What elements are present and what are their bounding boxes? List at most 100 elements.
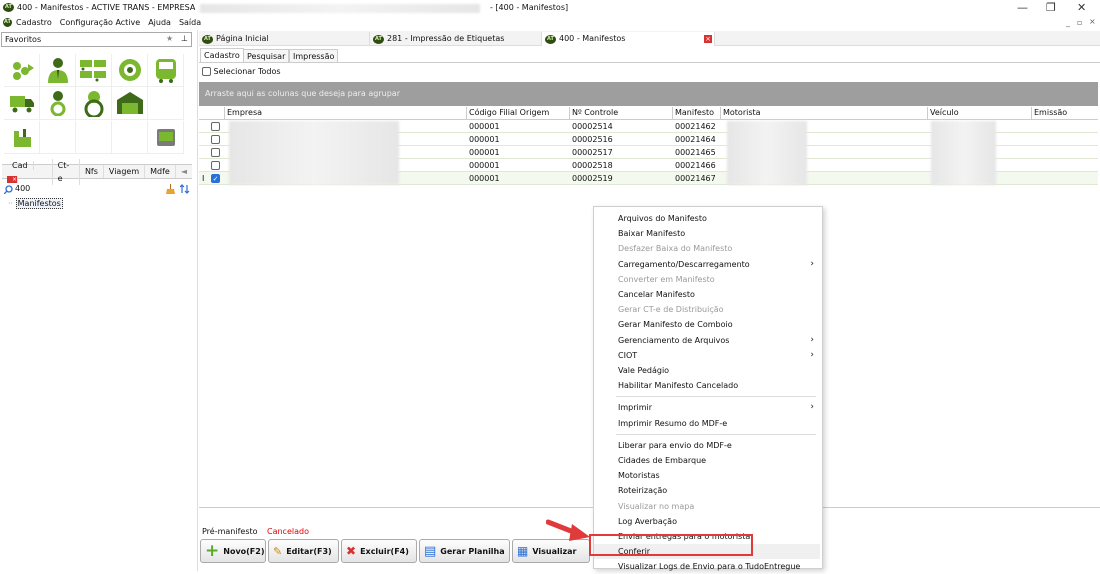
select-all-checkbox[interactable] <box>202 67 211 76</box>
favorite-shortcut[interactable] <box>112 87 148 120</box>
tree-connector: ·· <box>8 199 13 208</box>
context-menu-item[interactable]: Cidades de Embarque <box>618 453 818 468</box>
favorite-shortcut[interactable] <box>112 121 148 154</box>
row-select-cell[interactable]: I ✓ <box>199 172 225 185</box>
context-menu-item[interactable]: Cancelar Manifesto <box>618 287 818 302</box>
row-checkbox[interactable] <box>211 148 220 157</box>
favorite-shortcut[interactable] <box>40 54 76 87</box>
close-tab-icon[interactable]: × <box>704 35 712 43</box>
context-menu-item[interactable]: Vale Pedágio <box>618 363 818 378</box>
favorite-shortcut[interactable] <box>148 54 184 87</box>
row-checkbox[interactable] <box>211 161 220 170</box>
tab-cad[interactable]: Cad × <box>2 159 53 185</box>
annotation-arrow-icon <box>546 518 592 544</box>
gerar-planilha-button[interactable]: ▤ Gerar Planilha <box>419 539 510 563</box>
favorite-shortcut[interactable] <box>112 54 148 87</box>
favorite-shortcut[interactable] <box>148 87 184 120</box>
column-controle[interactable]: Nº Controle <box>570 107 673 119</box>
favorite-shortcut[interactable] <box>76 87 112 120</box>
column-veiculo[interactable]: Veículo <box>928 107 1032 119</box>
favorite-shortcut[interactable] <box>40 121 76 154</box>
tab-impressao[interactable]: Impressão <box>289 49 338 63</box>
select-all[interactable]: Selecionar Todos <box>202 67 281 76</box>
tab-manifestos[interactable]: AT 400 - Manifestos × <box>541 32 715 46</box>
tab-cadastro[interactable]: Cadastro <box>200 48 244 62</box>
mdi-minimize-icon[interactable]: _ <box>1066 18 1070 27</box>
tab-nfs[interactable]: Nfs <box>80 165 104 178</box>
tab-mdfe[interactable]: Mdfe <box>145 165 176 178</box>
context-menu-item[interactable]: Visualizar Logs de Envio para o TudoEntr… <box>618 559 818 574</box>
mdi-restore-icon[interactable]: ▫ <box>1077 18 1082 27</box>
submenu-arrow-icon: › <box>810 333 814 348</box>
context-menu-item[interactable]: Carregamento/Descarregamento › <box>618 257 818 272</box>
sort-icon[interactable] <box>180 184 190 194</box>
mdi-close-icon[interactable]: × <box>1089 17 1096 26</box>
editar-button[interactable]: ✎ Editar(F3) <box>268 539 339 563</box>
star-icon[interactable]: ★ <box>166 34 173 43</box>
excluir-button[interactable]: ✖ Excluir(F4) <box>341 539 417 563</box>
column-motorista[interactable]: Motorista <box>721 107 928 119</box>
novo-button[interactable]: + Novo(F2) <box>200 539 266 563</box>
sub-tabs: Cadastro Pesquisar Impressão <box>199 48 1100 62</box>
context-menu-item[interactable]: CIOT › <box>618 348 818 363</box>
row-checkbox[interactable] <box>211 135 220 144</box>
close-icon[interactable]: × <box>7 176 18 183</box>
submenu-arrow-icon: › <box>810 257 814 272</box>
minimize-icon[interactable]: — <box>1017 1 1028 14</box>
spreadsheet-icon: ▤ <box>424 544 436 559</box>
search-input[interactable]: 400 <box>15 184 30 193</box>
tab-impressao-etiquetas[interactable]: AT 281 - Impressão de Etiquetas <box>369 32 541 46</box>
context-menu-item[interactable]: Imprimir › <box>618 400 818 415</box>
group-bar[interactable]: Arraste aqui as colunas que deseja para … <box>199 82 1098 106</box>
favorite-shortcut[interactable] <box>76 121 112 154</box>
favorite-shortcut[interactable] <box>40 87 76 120</box>
column-codigo-filial[interactable]: Código Filial Origem <box>467 107 570 119</box>
favorite-shortcut[interactable] <box>4 121 40 154</box>
context-menu-item[interactable]: Roteirização <box>618 483 818 498</box>
menu-item[interactable]: Ajuda <box>148 18 171 27</box>
context-menu-item: Desfazer Baixa do Manifesto <box>618 241 818 256</box>
row-checkbox[interactable]: ✓ <box>211 174 220 183</box>
context-menu-item[interactable]: Baixar Manifesto <box>618 226 818 241</box>
menu-item[interactable]: Cadastro <box>16 18 52 27</box>
truck-icon <box>9 92 35 114</box>
column-emissao[interactable]: Emissão <box>1032 107 1098 119</box>
tab-pagina-inicial[interactable]: AT Página Inicial <box>199 32 369 46</box>
menu-item[interactable]: Saída <box>179 18 201 27</box>
context-menu-item[interactable]: Habilitar Manifesto Cancelado <box>618 378 818 393</box>
cell-controle: 00002517 <box>570 146 673 159</box>
context-menu-item[interactable]: Motoristas <box>618 468 818 483</box>
restore-icon[interactable]: ❐ <box>1046 1 1056 14</box>
context-menu-item[interactable]: Arquivos do Manifesto <box>618 211 818 226</box>
context-menu-item[interactable]: Liberar para envio do MDF-e <box>618 438 818 453</box>
context-menu-item[interactable]: Gerar Manifesto de Comboio <box>618 317 818 332</box>
context-menu-item[interactable]: Log Averbação <box>618 514 818 529</box>
app-logo-icon: AT <box>3 3 14 12</box>
tab-logo-icon: AT <box>202 35 213 44</box>
column-empresa[interactable]: Empresa <box>225 107 467 119</box>
favorite-shortcut[interactable] <box>76 54 112 87</box>
person-icon <box>46 57 70 83</box>
tab-cte[interactable]: Ct-e <box>53 159 80 185</box>
row-select-cell[interactable] <box>199 133 225 146</box>
row-select-cell[interactable] <box>199 146 225 159</box>
tree-item-manifestos[interactable]: Manifestos <box>16 198 63 209</box>
broom-icon[interactable] <box>166 184 175 194</box>
row-select-cell[interactable] <box>199 159 225 172</box>
favorite-shortcut[interactable] <box>4 87 40 120</box>
tab-pesquisar[interactable]: Pesquisar <box>243 49 289 63</box>
favorite-shortcut[interactable] <box>4 54 40 87</box>
context-menu-item[interactable]: Gerenciamento de Arquivos › <box>618 333 818 348</box>
scroll-left-icon[interactable]: ◄ <box>176 165 192 178</box>
tab-viagem[interactable]: Viagem <box>104 165 145 178</box>
row-select-cell[interactable] <box>199 120 225 133</box>
pin-icon[interactable]: ⊥ <box>181 34 188 43</box>
row-checkbox[interactable] <box>211 122 220 131</box>
favorite-shortcut[interactable] <box>148 121 184 154</box>
cell-filial: 000001 <box>467 159 570 172</box>
context-menu-item[interactable]: Imprimir Resumo do MDF-e <box>618 416 818 431</box>
favorites-field[interactable]: Favoritos ★ ⊥ <box>1 32 192 47</box>
column-manifesto[interactable]: Manifesto <box>673 107 721 119</box>
menu-item[interactable]: Configuração Active <box>60 18 140 27</box>
close-icon[interactable]: ✕ <box>1077 1 1086 14</box>
